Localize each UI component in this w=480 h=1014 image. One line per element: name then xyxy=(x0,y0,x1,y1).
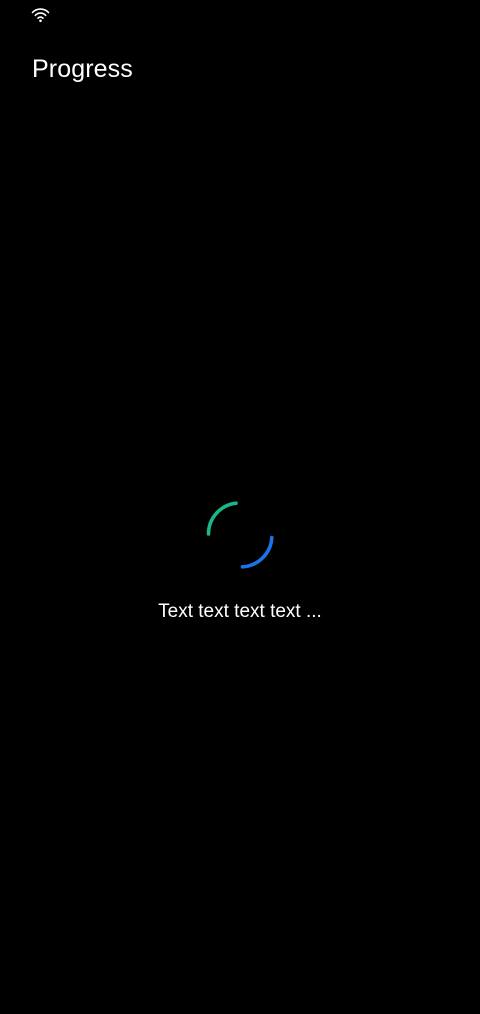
spinner-icon xyxy=(204,500,276,572)
status-bar xyxy=(0,0,480,32)
progress-message: Text text text text ... xyxy=(158,601,322,622)
page-title: Progress xyxy=(32,55,133,83)
wifi-icon xyxy=(31,7,50,23)
progress-indicator: Text text text text ... xyxy=(0,490,480,640)
